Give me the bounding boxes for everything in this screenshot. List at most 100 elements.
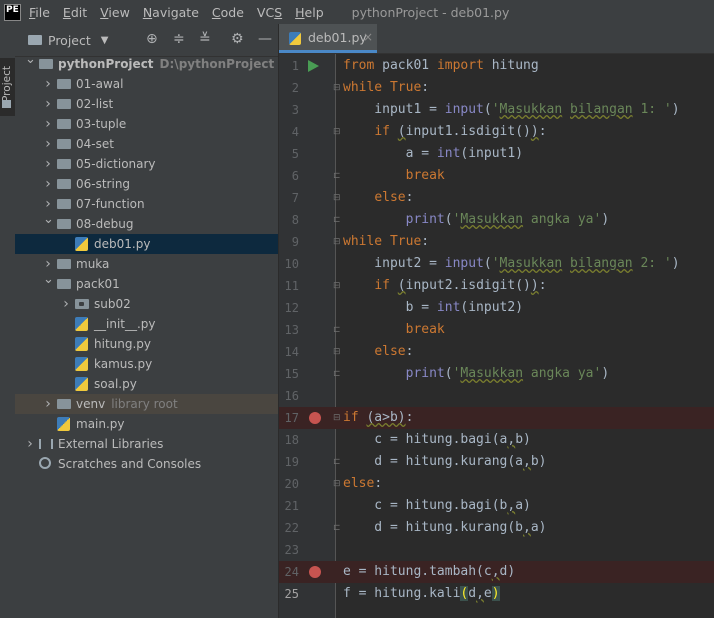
tree-item-sub02[interactable]: › sub02 bbox=[15, 294, 278, 314]
minimize-icon[interactable]: — bbox=[258, 31, 272, 47]
line-number[interactable]: 14 bbox=[279, 341, 299, 363]
chevron-right-icon[interactable]: › bbox=[43, 154, 53, 174]
code-text[interactable]: from pack01 import hitung bbox=[343, 55, 539, 77]
tree-item-07-function[interactable]: › 07-function bbox=[15, 194, 278, 214]
fold-open-icon[interactable]: ⊟ bbox=[333, 237, 341, 247]
menu-file[interactable]: File bbox=[29, 5, 50, 20]
line-number[interactable]: 23 bbox=[279, 539, 299, 561]
chevron-right-icon[interactable]: › bbox=[43, 94, 53, 114]
tree-item-08-debug[interactable]: ⌄ 08-debug bbox=[15, 212, 278, 234]
code-line-3[interactable]: 3 input1 = input('Masukkan bilangan 1: '… bbox=[279, 99, 714, 121]
fold-end-icon[interactable]: ⊏ bbox=[333, 457, 341, 467]
crosshair-icon[interactable]: ⊕ bbox=[146, 31, 158, 47]
line-number[interactable]: 21 bbox=[279, 495, 299, 517]
code-text[interactable]: b = int(input2) bbox=[343, 297, 523, 319]
tree-item-hitung-py[interactable]: hitung.py bbox=[15, 334, 278, 354]
chevron-down-icon[interactable]: ▼ bbox=[101, 35, 109, 46]
line-number[interactable]: 13 bbox=[279, 319, 299, 341]
project-view-selector[interactable]: Project bbox=[48, 33, 91, 48]
code-text[interactable]: if (input1.isdigit()): bbox=[343, 121, 546, 143]
code-text[interactable]: if (input2.isdigit()): bbox=[343, 275, 546, 297]
menu-vcs[interactable]: VCS bbox=[257, 5, 282, 20]
code-line-23[interactable]: 23 bbox=[279, 539, 714, 561]
code-line-18[interactable]: 18 c = hitung.bagi(a,b) bbox=[279, 429, 714, 451]
breakpoint-icon[interactable] bbox=[309, 566, 321, 578]
code-line-11[interactable]: 11 ⊟ if (input2.isdigit()): bbox=[279, 275, 714, 297]
tree-item-pythonproject[interactable]: ⌄ pythonProject D:\pythonProject bbox=[15, 52, 278, 74]
code-text[interactable]: e = hitung.tambah(c,d) bbox=[343, 561, 515, 583]
code-line-12[interactable]: 12 b = int(input2) bbox=[279, 297, 714, 319]
chevron-down-icon[interactable]: ⌄ bbox=[43, 210, 54, 230]
line-number[interactable]: 8 bbox=[279, 209, 299, 231]
tree-item-scratches-and-consoles[interactable]: Scratches and Consoles bbox=[15, 454, 278, 474]
code-line-25[interactable]: 25 f = hitung.kali(d,e) bbox=[279, 583, 714, 605]
tree-item-03-tuple[interactable]: › 03-tuple bbox=[15, 114, 278, 134]
tree-item-kamus-py[interactable]: kamus.py bbox=[15, 354, 278, 374]
tree-item-external-libraries[interactable]: › External Libraries bbox=[15, 434, 278, 454]
run-icon[interactable] bbox=[308, 60, 319, 72]
line-number[interactable]: 12 bbox=[279, 297, 299, 319]
close-icon[interactable]: × bbox=[363, 30, 373, 44]
code-line-1[interactable]: 1 from pack01 import hitung bbox=[279, 55, 714, 77]
fold-open-icon[interactable]: ⊟ bbox=[333, 127, 341, 137]
code-text[interactable]: a = int(input1) bbox=[343, 143, 523, 165]
line-number[interactable]: 15 bbox=[279, 363, 299, 385]
code-line-9[interactable]: 9 ⊟ while True: bbox=[279, 231, 714, 253]
chevron-right-icon[interactable]: › bbox=[43, 74, 53, 94]
code-text[interactable]: input1 = input('Masukkan bilangan 1: ') bbox=[343, 99, 679, 121]
tree-item--init-py[interactable]: __init__.py bbox=[15, 314, 278, 334]
code-text[interactable]: break bbox=[343, 319, 445, 341]
menu-navigate[interactable]: Navigate bbox=[143, 5, 199, 20]
line-number[interactable]: 5 bbox=[279, 143, 299, 165]
menu-view[interactable]: View bbox=[100, 5, 130, 20]
code-text[interactable]: else: bbox=[343, 473, 382, 495]
chevron-down-icon[interactable]: ⌄ bbox=[25, 50, 36, 70]
tree-item-soal-py[interactable]: soal.py bbox=[15, 374, 278, 394]
tree-item-02-list[interactable]: › 02-list bbox=[15, 94, 278, 114]
line-number[interactable]: 3 bbox=[279, 99, 299, 121]
breakpoint-icon[interactable] bbox=[309, 412, 321, 424]
code-line-17[interactable]: 17 ⊟ if (a>b): bbox=[279, 407, 714, 429]
tree-item-05-dictionary[interactable]: › 05-dictionary bbox=[15, 154, 278, 174]
tree-item-deb01-py[interactable]: deb01.py bbox=[15, 234, 278, 254]
code-text[interactable]: d = hitung.kurang(b,a) bbox=[343, 517, 546, 539]
chevron-right-icon[interactable]: › bbox=[43, 394, 53, 414]
line-number[interactable]: 7 bbox=[279, 187, 299, 209]
line-number[interactable]: 22 bbox=[279, 517, 299, 539]
code-text[interactable]: d = hitung.kurang(a,b) bbox=[343, 451, 546, 473]
tab-deb01[interactable]: deb01.py × bbox=[279, 24, 377, 53]
code-line-13[interactable]: 13 ⊏ break bbox=[279, 319, 714, 341]
code-text[interactable]: c = hitung.bagi(a,b) bbox=[343, 429, 531, 451]
code-text[interactable]: else: bbox=[343, 341, 413, 363]
tree-item-01-awal[interactable]: › 01-awal bbox=[15, 74, 278, 94]
line-number[interactable]: 10 bbox=[279, 253, 299, 275]
line-number[interactable]: 11 bbox=[279, 275, 299, 297]
code-line-2[interactable]: 2 ⊟ while True: bbox=[279, 77, 714, 99]
code-line-21[interactable]: 21 c = hitung.bagi(b,a) bbox=[279, 495, 714, 517]
code-text[interactable]: else: bbox=[343, 187, 413, 209]
code-line-6[interactable]: 6 ⊏ break bbox=[279, 165, 714, 187]
code-text[interactable]: f = hitung.kali(d,e) bbox=[343, 583, 500, 605]
expand-all-icon[interactable]: ≑ bbox=[173, 31, 185, 47]
line-number[interactable]: 6 bbox=[279, 165, 299, 187]
chevron-right-icon[interactable]: › bbox=[43, 114, 53, 134]
code-text[interactable]: while True: bbox=[343, 231, 429, 253]
fold-open-icon[interactable]: ⊟ bbox=[333, 347, 341, 357]
fold-end-icon[interactable]: ⊏ bbox=[333, 325, 341, 335]
code-area[interactable]: 1 from pack01 import hitung 2 ⊟ while True: 3… bbox=[279, 55, 714, 605]
tree-item-pack01[interactable]: ⌄ pack01 bbox=[15, 272, 278, 294]
code-line-16[interactable]: 16 bbox=[279, 385, 714, 407]
line-number[interactable]: 2 bbox=[279, 77, 299, 99]
fold-open-icon[interactable]: ⊟ bbox=[333, 83, 341, 93]
line-number[interactable]: 20 bbox=[279, 473, 299, 495]
code-line-10[interactable]: 10 input2 = input('Masukkan bilangan 2: … bbox=[279, 253, 714, 275]
code-text[interactable]: break bbox=[343, 165, 445, 187]
code-line-19[interactable]: 19 ⊏ d = hitung.kurang(a,b) bbox=[279, 451, 714, 473]
code-text[interactable]: input2 = input('Masukkan bilangan 2: ') bbox=[343, 253, 679, 275]
chevron-right-icon[interactable]: › bbox=[43, 174, 53, 194]
tree-item-venv[interactable]: › venv library root bbox=[15, 394, 278, 414]
code-line-20[interactable]: 20 ⊟ else: bbox=[279, 473, 714, 495]
code-line-14[interactable]: 14 ⊟ else: bbox=[279, 341, 714, 363]
fold-end-icon[interactable]: ⊏ bbox=[333, 523, 341, 533]
collapse-all-icon[interactable]: ≚ bbox=[199, 31, 211, 47]
